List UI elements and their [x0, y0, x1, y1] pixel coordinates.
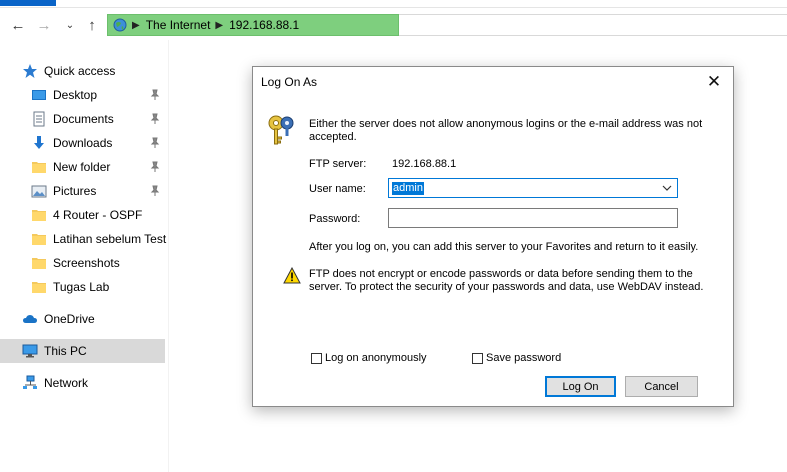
star-icon [23, 64, 37, 78]
navigation-bar: ← → ⌄ ↑ ▶ The Internet ▶ 192.168.88.1 [0, 9, 787, 41]
sidebar-item-network[interactable]: Network [22, 371, 165, 395]
sidebar-label: Desktop [53, 88, 98, 102]
breadcrumb-separator-icon[interactable]: ▶ [215, 20, 223, 31]
sidebar-label: New folder [53, 160, 111, 174]
error-message: Either the server does not allow anonymo… [309, 118, 703, 143]
sidebar-item-latihan-sebelum-test[interactable]: Latihan sebelum Test [31, 227, 167, 251]
username-label: User name: [309, 183, 366, 195]
ribbon-strip [0, 0, 787, 8]
encryption-warning: FTP does not encrypt or encode passwords… [309, 268, 704, 293]
log-on-anonymously-label[interactable]: Log on anonymously [325, 352, 427, 364]
checkbox-box[interactable] [311, 352, 322, 364]
log-on-anonymously-checkbox[interactable]: Log on anonymously [311, 352, 427, 364]
desktop-icon [32, 90, 46, 100]
cloud-icon [23, 315, 37, 323]
folder-icon [32, 234, 46, 245]
up-icon[interactable]: ↑ [82, 15, 102, 35]
navigation-pane: Quick access Desktop Documents Downloads… [0, 56, 170, 472]
pin-icon[interactable] [149, 185, 161, 197]
log-on-button[interactable]: Log On [545, 376, 616, 397]
sidebar-label: Quick access [44, 64, 116, 78]
pin-icon[interactable] [149, 89, 161, 101]
save-password-label[interactable]: Save password [486, 352, 561, 364]
computer-icon [22, 344, 38, 358]
username-combobox[interactable]: admin [388, 178, 678, 198]
sidebar-label: Downloads [53, 136, 113, 150]
back-icon[interactable]: ← [8, 15, 28, 35]
ftp-server-value: 192.168.88.1 [392, 158, 457, 170]
dialog-title: Log On As [261, 75, 318, 89]
chevron-down-icon[interactable] [661, 182, 673, 194]
downloads-icon [34, 136, 44, 149]
checkbox-box[interactable] [472, 352, 483, 364]
cancel-button[interactable]: Cancel [625, 376, 698, 397]
pin-icon[interactable] [149, 113, 161, 125]
sidebar-item-screenshots[interactable]: Screenshots [31, 251, 165, 275]
sidebar-label: Pictures [53, 184, 97, 198]
sidebar-item-desktop[interactable]: Desktop [31, 83, 165, 107]
warning-icon [283, 267, 301, 284]
sidebar-label: OneDrive [44, 312, 95, 326]
forward-icon[interactable]: → [34, 15, 54, 35]
password-label: Password: [309, 213, 361, 225]
breadcrumb-internet[interactable]: The Internet [146, 18, 211, 32]
sidebar-label: Network [44, 376, 89, 390]
network-icon [23, 375, 37, 389]
sidebar-item-onedrive[interactable]: OneDrive [22, 307, 165, 331]
sidebar-label: This PC [44, 344, 87, 358]
ribbon-divider [0, 7, 787, 8]
ftp-server-label: FTP server: [309, 158, 367, 170]
sidebar-item-tugas-lab[interactable]: Tugas Lab [31, 275, 165, 299]
keys-icon [268, 115, 294, 145]
address-bar-empty[interactable] [399, 14, 787, 36]
address-bar[interactable]: ▶ The Internet ▶ 192.168.88.1 [107, 14, 399, 36]
save-password-checkbox[interactable]: Save password [472, 352, 561, 364]
folder-icon [32, 210, 46, 221]
breadcrumb-separator-icon[interactable]: ▶ [132, 20, 140, 31]
documents-icon [33, 111, 45, 127]
folder-icon [32, 162, 46, 173]
chevron-down-icon[interactable]: ⌄ [60, 15, 80, 35]
pin-icon[interactable] [149, 161, 161, 173]
sidebar-label: Screenshots [53, 256, 120, 270]
sidebar-label: Latihan sebelum Test [53, 232, 167, 246]
pin-icon[interactable] [149, 137, 161, 149]
sidebar-label: Documents [53, 112, 114, 126]
pictures-icon [31, 185, 47, 198]
password-field[interactable] [388, 208, 678, 228]
sidebar-item-quick-access[interactable]: Quick access [22, 59, 187, 83]
sidebar-item-downloads[interactable]: Downloads [31, 131, 165, 155]
sidebar-item-4-router-ospf[interactable]: 4 Router - OSPF [31, 203, 165, 227]
internet-globe-icon [113, 18, 127, 32]
sidebar-label: Tugas Lab [53, 280, 110, 294]
sidebar-item-pictures[interactable]: Pictures [31, 179, 165, 203]
breadcrumb-server[interactable]: 192.168.88.1 [229, 18, 299, 32]
file-tab[interactable] [0, 0, 56, 6]
username-value[interactable]: admin [392, 182, 424, 195]
sidebar-item-this-pc[interactable]: This PC [0, 339, 165, 363]
close-icon[interactable]: ✕ [703, 71, 725, 93]
sidebar-item-documents[interactable]: Documents [31, 107, 165, 131]
log-on-as-dialog: Log On As ✕ Either the server does not a… [252, 66, 734, 407]
folder-icon [32, 282, 46, 293]
favorites-info: After you log on, you can add this serve… [309, 241, 699, 253]
sidebar-item-new-folder[interactable]: New folder [31, 155, 165, 179]
folder-icon [32, 258, 46, 269]
sidebar-label: 4 Router - OSPF [53, 208, 143, 222]
